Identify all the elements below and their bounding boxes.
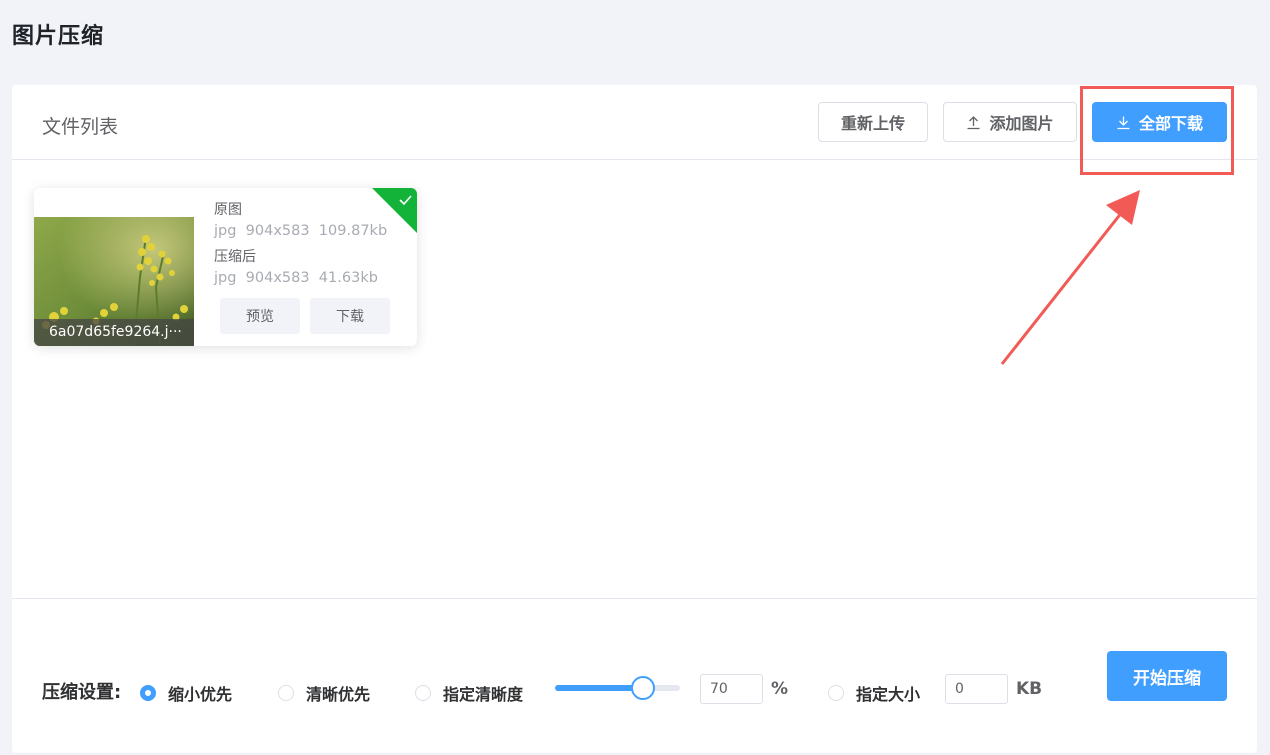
original-meta: jpg 904x583 109.87kb [214,223,388,239]
start-compress-label: 开始压缩 [1133,668,1201,689]
download-label: 下载 [336,309,364,325]
radio-label: 清晰优先 [306,685,371,704]
original-label: 原图 [214,202,242,218]
radio-checked-icon [140,685,156,701]
compressed-meta: jpg 904x583 41.63kb [214,270,378,286]
file-card: 6a07d65fe9264.j··· 原图 jpg 904x583 109.87… [34,188,417,346]
settings-label: 压缩设置: [42,682,122,703]
annotation-highlight-box [1080,86,1234,175]
annotation-arrow-icon [1000,190,1140,365]
reupload-label: 重新上传 [840,114,905,133]
page-title: 图片压缩 [12,24,105,49]
compress-settings: 压缩设置: 缩小优先 清晰优先 指定清晰度 % 指定大小 KB 开始压缩 [12,598,1257,753]
add-images-button[interactable]: 添加图片 [943,102,1077,142]
start-compress-button[interactable]: 开始压缩 [1107,651,1227,701]
size-input[interactable] [945,674,1008,704]
reupload-button[interactable]: 重新上传 [818,102,928,142]
radio-label: 缩小优先 [168,685,233,704]
file-list-title: 文件列表 [42,116,119,138]
size-unit: KB [1016,679,1043,699]
radio-custom-size[interactable]: 指定大小 [828,681,920,705]
check-icon [399,195,412,206]
radio-custom-quality[interactable]: 指定清晰度 [415,681,523,705]
radio-size-first[interactable]: 缩小优先 [140,681,232,705]
radio-unchecked-icon [278,685,294,701]
preview-label: 预览 [246,309,274,325]
image-thumbnail[interactable]: 6a07d65fe9264.j··· [34,217,194,346]
slider-fill [555,685,643,691]
image-info: 原图 jpg 904x583 109.87kb 压缩后 jpg 904x583 … [214,200,387,294]
slider-handle[interactable] [630,676,655,700]
quality-input[interactable] [700,674,763,704]
radio-unchecked-icon [828,685,844,701]
download-button[interactable]: 下载 [310,298,390,334]
image-filename: 6a07d65fe9264.j··· [34,319,194,346]
upload-icon [967,115,980,129]
radio-quality-first[interactable]: 清晰优先 [278,681,370,705]
add-images-label: 添加图片 [989,114,1054,133]
quality-slider[interactable] [555,676,680,700]
compressed-label: 压缩后 [214,249,256,265]
radio-unchecked-icon [415,685,431,701]
preview-button[interactable]: 预览 [220,298,300,334]
radio-label: 指定大小 [856,685,921,704]
quality-unit: % [771,679,789,699]
file-list-header: 文件列表 重新上传 添加图片 全部下载 [12,85,1257,160]
radio-label: 指定清晰度 [443,685,524,704]
